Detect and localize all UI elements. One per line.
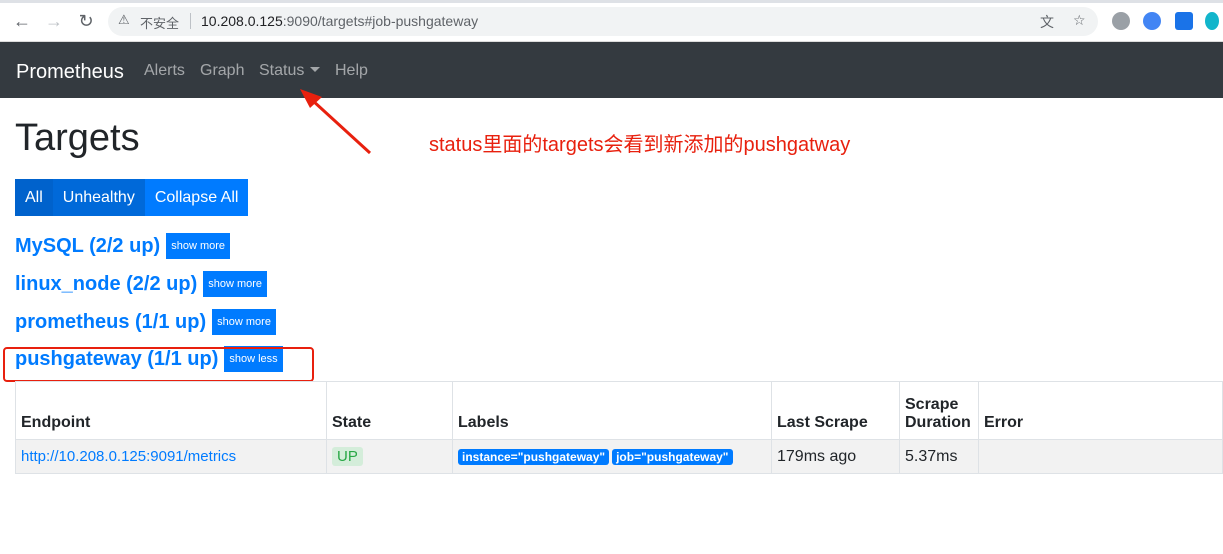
- show-more-button[interactable]: show more: [203, 271, 268, 297]
- table-header-row: Endpoint State Labels Last Scrape Scrape…: [15, 381, 1223, 440]
- label-badge: instance="pushgateway": [458, 448, 610, 465]
- url-path: :9090/targets#job-pushgateway: [282, 13, 479, 29]
- filter-all-button[interactable]: All: [15, 179, 53, 216]
- insecure-label[interactable]: 不安全: [140, 13, 179, 32]
- forward-icon[interactable]: →: [44, 11, 64, 31]
- label-badge: job="pushgateway": [612, 448, 733, 465]
- nav-help[interactable]: Help: [335, 62, 368, 80]
- column-header-last-scrape: Last Scrape: [771, 381, 900, 440]
- scrape-duration-cell: 5.37ms: [899, 439, 979, 474]
- page-title: Targets: [15, 117, 140, 159]
- nav-status-label: Status: [259, 62, 305, 79]
- filter-button-group: All Unhealthy Collapse All: [15, 179, 249, 216]
- translate-extension-icon[interactable]: [1175, 12, 1193, 30]
- address-bar[interactable]: ⚠ 不安全 10.208.0.125:9090/targets#job-push…: [108, 7, 1098, 36]
- star-icon[interactable]: ☆: [1073, 12, 1086, 29]
- endpoint-link[interactable]: http://10.208.0.125:9091/metrics: [21, 448, 236, 465]
- column-header-state: State: [326, 381, 453, 440]
- arrow-shaft: [310, 98, 372, 155]
- highlight-box: [3, 347, 314, 382]
- show-more-button[interactable]: show more: [166, 233, 231, 259]
- job-header-linux-node: linux_node (2/2 up) show more: [15, 271, 268, 297]
- job-title[interactable]: linux_node (2/2 up): [15, 273, 197, 296]
- endpoint-cell: http://10.208.0.125:9091/metrics: [15, 439, 327, 474]
- show-more-button[interactable]: show more: [212, 309, 276, 335]
- extension-icon[interactable]: [1205, 12, 1219, 30]
- annotation-text: status里面的targets会看到新添加的pushgatway: [429, 134, 851, 156]
- column-header-error: Error: [978, 381, 1223, 440]
- job-header-prometheus: prometheus (1/1 up) show more: [15, 309, 276, 335]
- nav-graph[interactable]: Graph: [200, 62, 244, 80]
- divider: [190, 13, 191, 29]
- column-header-labels: Labels: [452, 381, 772, 440]
- filter-unhealthy-button[interactable]: Unhealthy: [52, 179, 145, 216]
- extension-icon[interactable]: [1112, 12, 1130, 30]
- job-title[interactable]: MySQL (2/2 up): [15, 235, 160, 258]
- extension-icon[interactable]: [1143, 12, 1161, 30]
- last-scrape-cell: 179ms ago: [771, 439, 900, 474]
- translate-icon[interactable]: 文: [1040, 12, 1054, 32]
- table-row: http://10.208.0.125:9091/metrics UP inst…: [15, 439, 1223, 474]
- warning-icon[interactable]: ⚠: [118, 12, 130, 28]
- reload-icon[interactable]: ↻: [76, 11, 96, 31]
- job-header-mysql: MySQL (2/2 up) show more: [15, 233, 231, 259]
- url-host: 10.208.0.125: [201, 13, 283, 29]
- labels-cell: instance="pushgateway" job="pushgateway": [452, 439, 772, 474]
- collapse-all-button[interactable]: Collapse All: [144, 179, 249, 216]
- column-header-endpoint: Endpoint: [15, 381, 327, 440]
- top-navbar: Prometheus Alerts Graph Status Help: [0, 42, 1223, 98]
- browser-toolbar: ← → ↻ ⚠ 不安全 10.208.0.125:9090/targets#jo…: [0, 0, 1223, 42]
- status-badge: UP: [332, 447, 363, 466]
- chevron-down-icon: [310, 67, 321, 72]
- error-cell: [978, 439, 1223, 474]
- tab-strip: [0, 0, 1223, 3]
- targets-table: Endpoint State Labels Last Scrape Scrape…: [15, 381, 1223, 474]
- state-cell: UP: [326, 439, 453, 474]
- back-icon[interactable]: ←: [12, 11, 32, 31]
- nav-status-dropdown[interactable]: Status: [259, 62, 321, 80]
- column-header-scrape-duration: Scrape Duration: [899, 381, 979, 440]
- nav-alerts[interactable]: Alerts: [144, 62, 185, 80]
- job-title[interactable]: prometheus (1/1 up): [15, 311, 206, 334]
- url-text[interactable]: 10.208.0.125:9090/targets#job-pushgatewa…: [201, 13, 478, 29]
- brand-logo[interactable]: Prometheus: [16, 61, 124, 84]
